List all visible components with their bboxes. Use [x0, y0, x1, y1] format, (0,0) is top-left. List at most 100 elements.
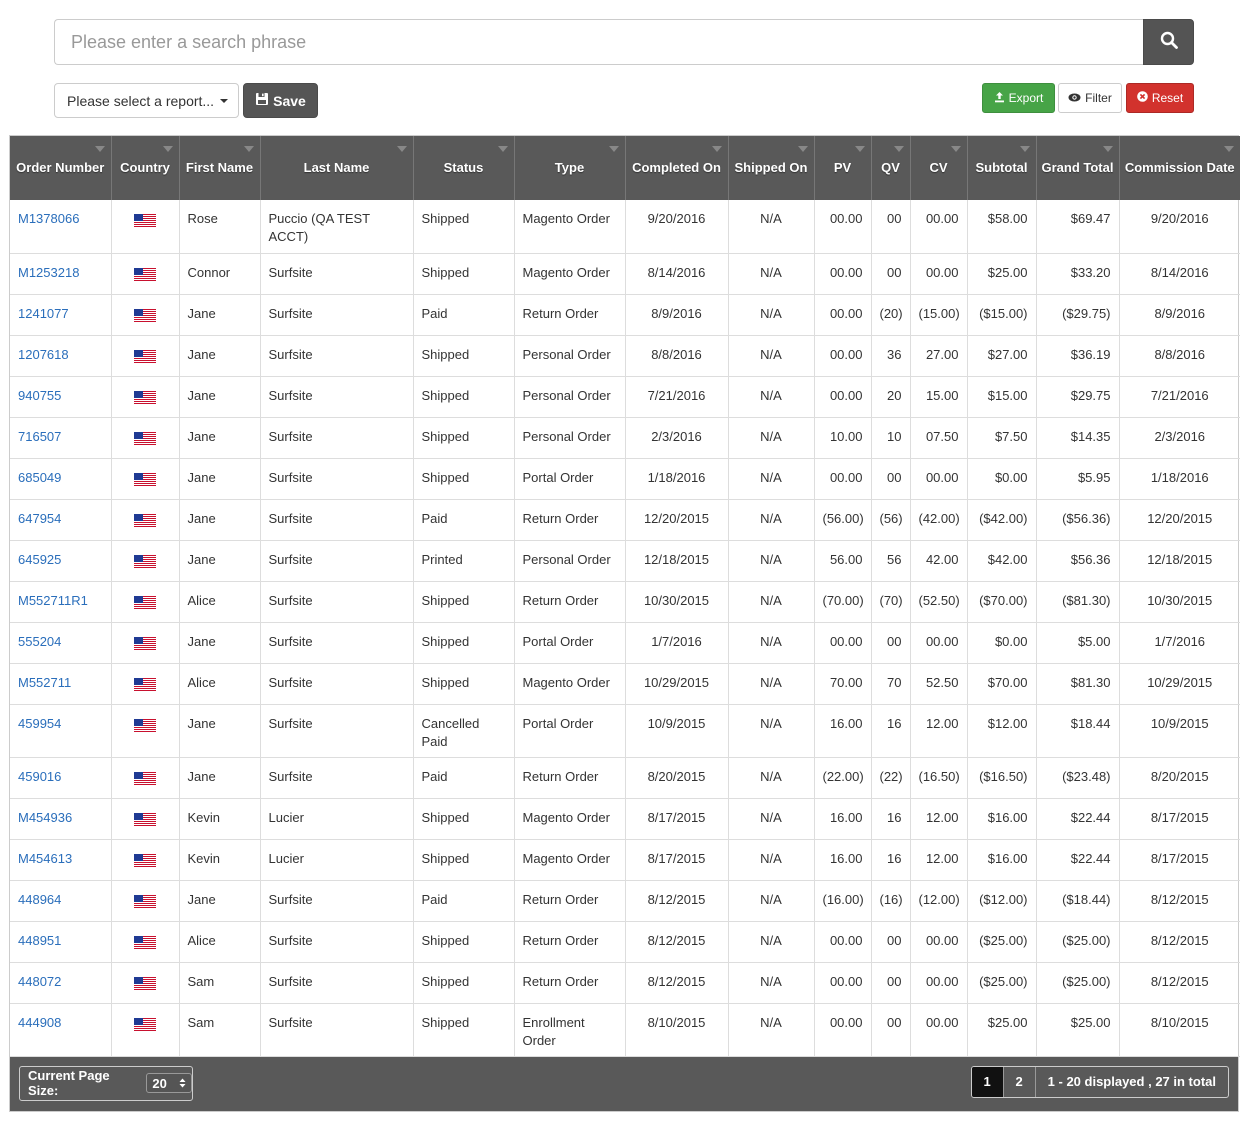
table-row[interactable]: 685049USJaneSurfsiteShippedPortal Order1…	[10, 458, 1240, 500]
column-header-country[interactable]: Country	[111, 136, 180, 200]
order-number-link[interactable]: M454613	[18, 851, 72, 866]
export-button[interactable]: Export	[982, 83, 1055, 113]
cell-grand-total: $22.44	[1036, 839, 1120, 881]
order-number-link[interactable]: 647954	[18, 511, 61, 526]
order-number-link[interactable]: M1253218	[18, 265, 79, 280]
table-row[interactable]: 716507 USJaneSurfsiteShippedPersonal Orde…	[10, 417, 1240, 459]
search-button[interactable]	[1143, 19, 1194, 65]
table-row[interactable]: 448964USJaneSurfsitePaidReturn Order8/12…	[10, 880, 1240, 922]
column-header-last-name[interactable]: Last Name	[260, 136, 414, 200]
table-row[interactable]: M1378066 USRosePuccio (QA TEST ACCT)Shipp…	[10, 200, 1240, 254]
order-number-link[interactable]: 940755	[18, 388, 61, 403]
column-header-qv[interactable]: QV	[871, 136, 911, 200]
cell-order-number: 555204	[10, 622, 112, 664]
order-number-link[interactable]: 459954	[18, 716, 61, 731]
order-number-link[interactable]: 555204	[18, 634, 61, 649]
table-row[interactable]: 647954USJaneSurfsitePaidReturn Order12/2…	[10, 499, 1240, 541]
column-header-status[interactable]: Status	[413, 136, 515, 200]
cell-order-number: 444908	[10, 1003, 112, 1057]
order-number-link[interactable]: 716507	[18, 429, 61, 444]
search-input[interactable]	[54, 19, 1143, 65]
sort-arrow-icon[interactable]	[797, 146, 808, 152]
sort-arrow-icon[interactable]	[608, 146, 619, 152]
order-number-link[interactable]: M1378066	[18, 211, 79, 226]
sort-arrow-icon[interactable]	[893, 146, 904, 152]
table-row[interactable]: 940755 USJaneSurfsiteShippedPersonal Orde…	[10, 376, 1240, 418]
sort-arrow-icon[interactable]	[711, 146, 722, 152]
cell-last-name: Surfsite	[260, 757, 414, 799]
report-select[interactable]: Please select a report...	[54, 83, 239, 118]
page-size-select[interactable]: 20	[146, 1073, 192, 1093]
table-row[interactable]: M454936 USKevinLucierShippedMagento Order…	[10, 798, 1240, 840]
cell-first-name: Jane	[179, 880, 261, 922]
column-header-type[interactable]: Type	[514, 136, 626, 200]
order-number-link[interactable]: 448072	[18, 974, 61, 989]
cell-qv: 00	[871, 962, 911, 1004]
column-header-label: First Name	[185, 160, 254, 175]
sort-arrow-icon[interactable]	[1102, 146, 1113, 152]
table-row[interactable]: M1253218 USConnorSurfsiteShippedMagento O…	[10, 253, 1240, 295]
sort-arrow-icon[interactable]	[854, 146, 865, 152]
column-header-grand-total[interactable]: Grand Total	[1036, 136, 1120, 200]
table-row[interactable]: 645925 USJaneSurfsitePrintedPersonal Orde…	[10, 540, 1240, 582]
column-header-shipped-on[interactable]: Shipped On	[728, 136, 815, 200]
table-row[interactable]: 459016USJaneSurfsitePaidReturn Order8/20…	[10, 757, 1240, 799]
cell-subtotal: $70.00	[967, 663, 1037, 705]
filter-button[interactable]: Filter	[1058, 83, 1122, 113]
order-number-link[interactable]: 448951	[18, 933, 61, 948]
order-number-link[interactable]: M454936	[18, 810, 72, 825]
table-row[interactable]: 1241077USJaneSurfsitePaidReturn Order8/9…	[10, 294, 1240, 336]
sort-arrow-icon[interactable]	[950, 146, 961, 152]
reset-button[interactable]: Reset	[1126, 83, 1194, 113]
cell-cv: 00.00	[910, 622, 968, 664]
table-row[interactable]: 459954 USJaneSurfsiteCancelled PaidPortal…	[10, 704, 1240, 758]
cell-cv: 00.00	[910, 458, 968, 500]
table-row[interactable]: 448072USSamSurfsiteShippedReturn Order8/…	[10, 962, 1240, 1004]
cell-country: US	[111, 757, 180, 799]
cell-shipped-on: N/A	[728, 253, 815, 295]
sort-arrow-icon[interactable]	[396, 146, 407, 152]
column-header-pv[interactable]: PV	[814, 136, 872, 200]
table-row[interactable]: M552711R1 USAliceSurfsiteShippedReturn Or…	[10, 581, 1240, 623]
sort-arrow-icon[interactable]	[243, 146, 254, 152]
page-button-2[interactable]: 2	[1004, 1066, 1036, 1097]
order-number-link[interactable]: 645925	[18, 552, 61, 567]
sort-arrow-icon[interactable]	[1019, 146, 1030, 152]
order-number-link[interactable]: 444908	[18, 1015, 61, 1030]
order-number-link[interactable]: 1207618	[18, 347, 69, 362]
order-number-link[interactable]: M552711	[18, 675, 71, 690]
table-row[interactable]: M454613 USKevinLucierShippedMagento Order…	[10, 839, 1240, 881]
column-header-subtotal[interactable]: Subtotal	[967, 136, 1037, 200]
cell-shipped-on: N/A	[728, 1003, 815, 1057]
order-number-link[interactable]: M552711R1	[18, 593, 88, 608]
cell-qv: 70	[871, 663, 911, 705]
cell-last-name: Surfsite	[260, 921, 414, 963]
cell-subtotal: $0.00	[967, 622, 1037, 664]
table-row[interactable]: 555204USJaneSurfsiteShippedPortal Order1…	[10, 622, 1240, 664]
order-number-link[interactable]: 459016	[18, 769, 61, 784]
order-number-link[interactable]: 1241077	[18, 306, 69, 321]
column-header-commission-date[interactable]: Commission Date	[1119, 136, 1240, 200]
column-header-cv[interactable]: CV	[910, 136, 968, 200]
column-header-completed-on[interactable]: Completed On	[625, 136, 729, 200]
page-button-1[interactable]: 1	[971, 1066, 1004, 1097]
sort-arrow-icon[interactable]	[1224, 146, 1234, 152]
sort-arrow-icon[interactable]	[94, 146, 105, 152]
us-flag-icon	[134, 894, 156, 909]
cell-cv: 07.50	[910, 417, 968, 459]
table-row[interactable]: M552711 USAliceSurfsiteShippedMagento Ord…	[10, 663, 1240, 705]
sort-arrow-icon[interactable]	[162, 146, 173, 152]
table-row[interactable]: 444908 USSamSurfsiteShippedEnrollment Ord…	[10, 1003, 1240, 1057]
order-number-link[interactable]: 685049	[18, 470, 61, 485]
table-row[interactable]: 1207618 USJaneSurfsiteShippedPersonal Ord…	[10, 335, 1240, 377]
save-button[interactable]: Save	[243, 83, 318, 118]
order-number-link[interactable]: 448964	[18, 892, 61, 907]
cell-completed-on: 8/17/2015	[625, 798, 729, 840]
table-row[interactable]: 448951 USAliceSurfsiteShippedReturn Order…	[10, 921, 1240, 963]
cell-cv: 12.00	[910, 839, 968, 881]
column-header-order-number[interactable]: Order Number	[10, 136, 112, 200]
sort-arrow-icon[interactable]	[497, 146, 508, 152]
cell-grand-total: ($56.36)	[1036, 499, 1120, 541]
cell-qv: 10	[871, 417, 911, 459]
column-header-first-name[interactable]: First Name	[179, 136, 261, 200]
